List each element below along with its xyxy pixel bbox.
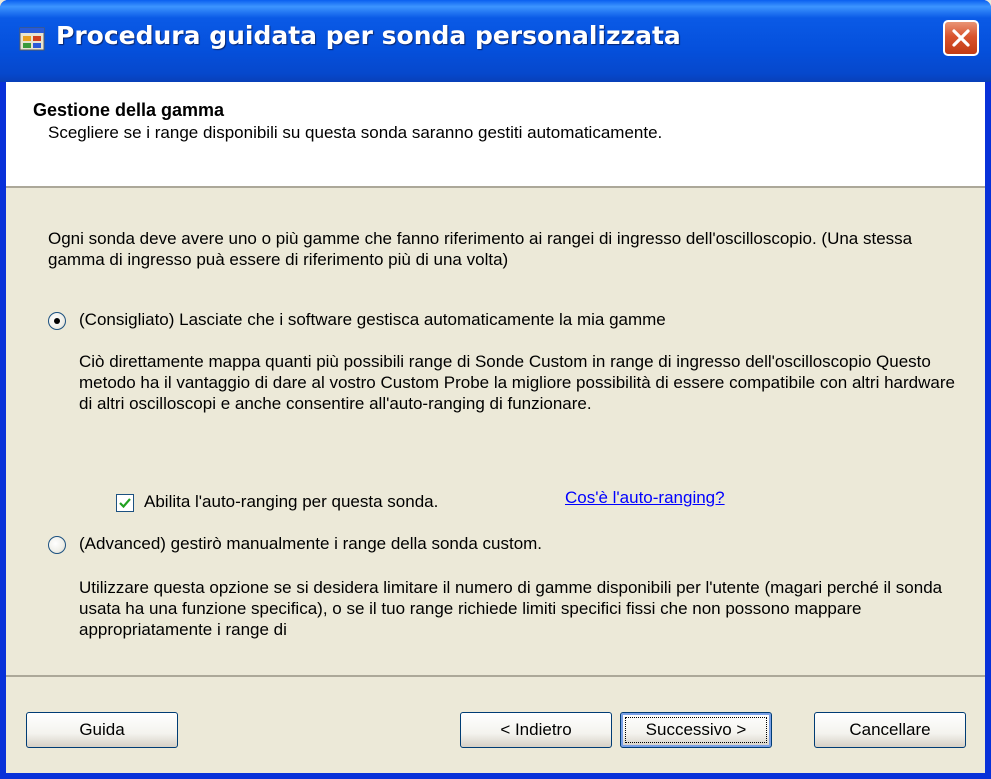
autoranging-checkbox[interactable]	[116, 494, 134, 512]
radio-auto-range[interactable]	[48, 312, 66, 330]
radio-manual-range[interactable]	[48, 536, 66, 554]
window-title: Procedura guidata per sonda personalizza…	[56, 21, 681, 50]
dialog-body: Gestione della gamma Scegliere se i rang…	[6, 82, 985, 773]
title-bar[interactable]: Procedura guidata per sonda personalizza…	[0, 0, 991, 82]
checkmark-icon	[119, 498, 131, 509]
radio-selected-dot	[54, 318, 60, 324]
wizard-header: Gestione della gamma Scegliere se i rang…	[6, 82, 985, 188]
close-button[interactable]	[943, 20, 979, 56]
cancel-button[interactable]: Cancellare	[814, 712, 966, 748]
intro-text: Ogni sonda deve avere uno o più gamme ch…	[48, 229, 913, 269]
autoranging-help-link[interactable]: Cos'è l'auto-ranging?	[565, 488, 725, 508]
wizard-footer: Guida < Indietro Successivo > Cancellare	[6, 675, 985, 775]
window-app-icon	[19, 27, 45, 51]
page-title: Gestione della gamma	[33, 100, 225, 120]
radio-auto-range-label[interactable]: (Consigliato) Lasciate che i software ge…	[79, 310, 666, 330]
focus-rectangle	[625, 717, 767, 743]
auto-range-description: Ciò direttamente mappa quanti più possib…	[79, 352, 955, 413]
manual-range-description: Utilizzare questa opzione se si desidera…	[79, 578, 943, 639]
wizard-content[interactable]: Ogni sonda deve avere uno o più gamme ch…	[6, 188, 985, 675]
autoranging-checkbox-label[interactable]: Abilita l'auto-ranging per questa sonda.	[144, 492, 438, 512]
wizard-window: Procedura guidata per sonda personalizza…	[0, 0, 991, 779]
radio-manual-range-label[interactable]: (Advanced) gestirò manualmente i range d…	[79, 534, 542, 554]
close-icon	[952, 29, 970, 47]
help-button[interactable]: Guida	[26, 712, 178, 748]
page-description: Scegliere se i range disponibili su ques…	[48, 123, 663, 142]
next-button[interactable]: Successivo >	[620, 712, 772, 748]
back-button[interactable]: < Indietro	[460, 712, 612, 748]
